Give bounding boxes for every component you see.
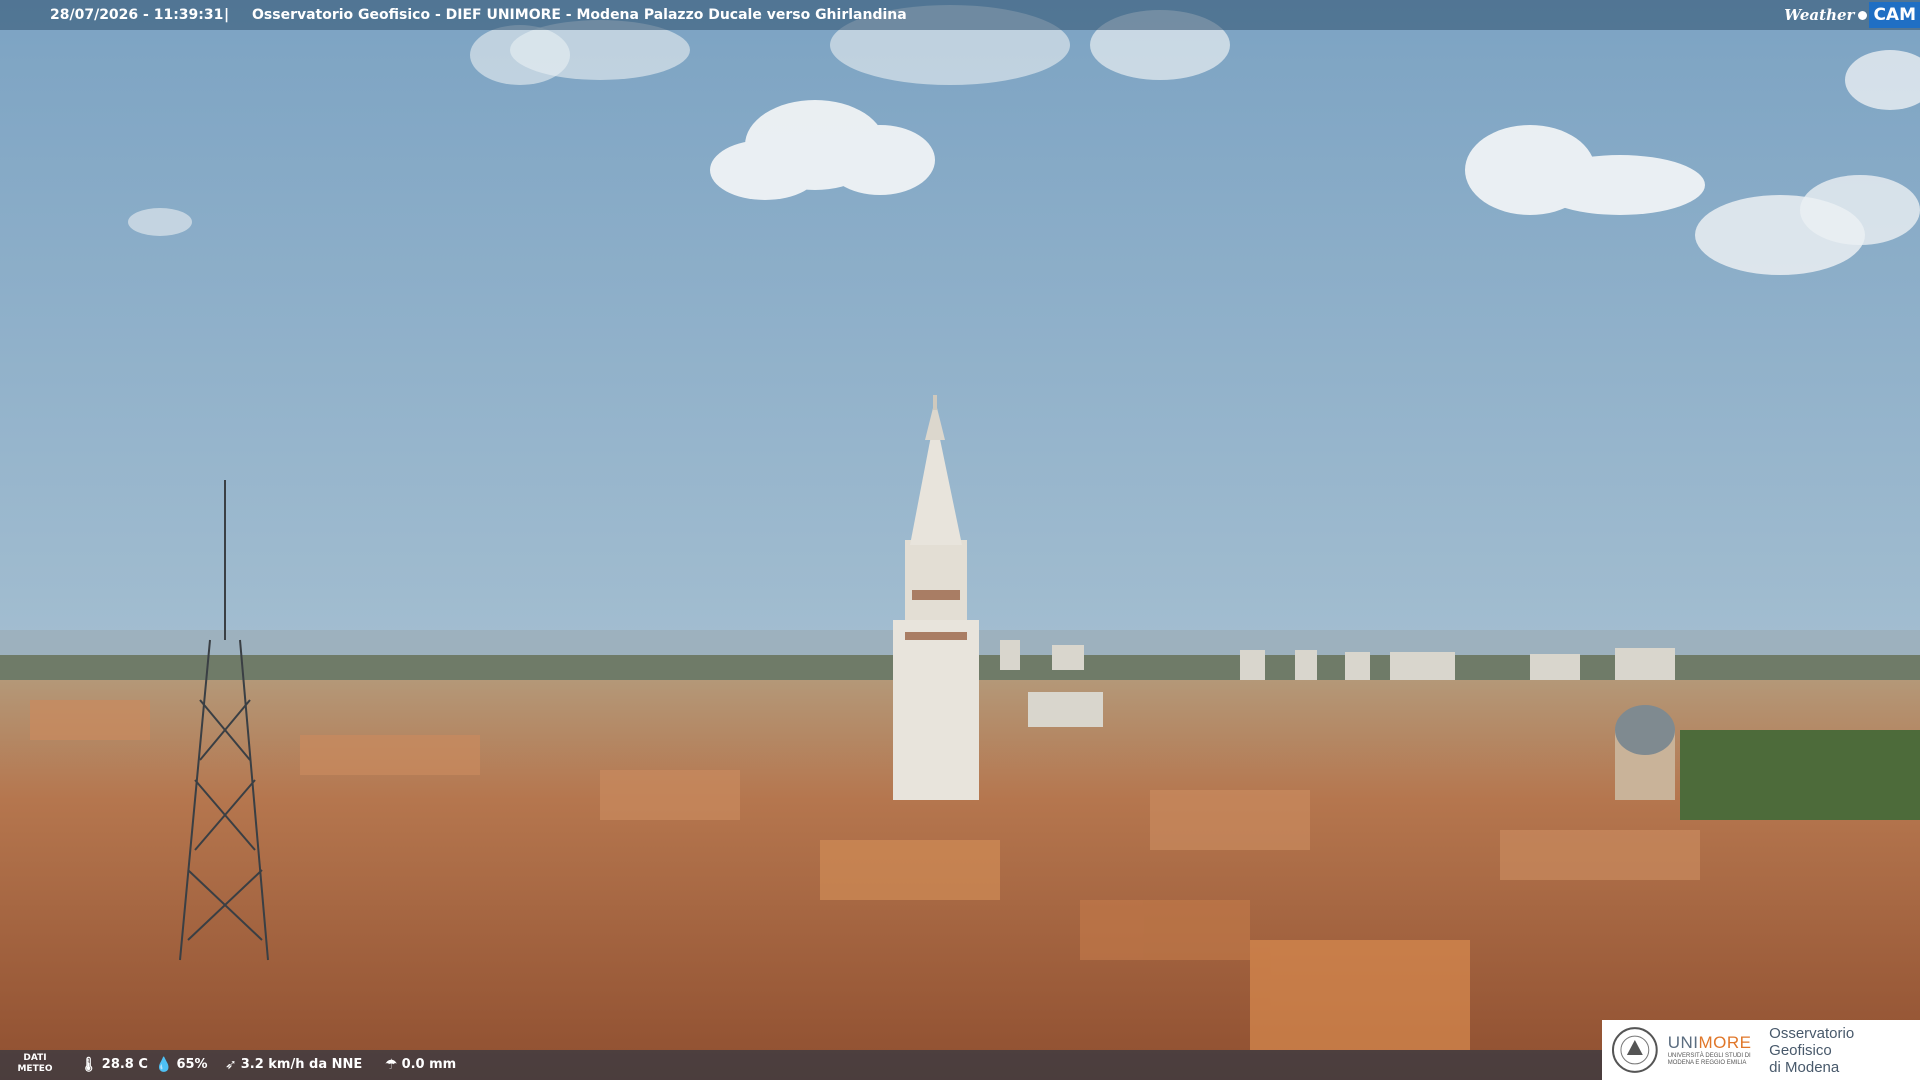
brand-dot-icon [1858,10,1868,20]
unimore-more: MORE [1698,1033,1752,1052]
humidity-drop-icon: 💧 [155,1057,173,1073]
header-overlay: 28/07/2026 - 11:39:31 | Osservatorio Geo… [0,0,1920,30]
camera-title: Osservatorio Geofisico - DIEF UNIMORE - … [252,7,907,23]
brand-cam: CAM [1869,2,1920,28]
university-seal-icon [1611,1027,1658,1073]
rain-value: 0.0 mm [401,1057,457,1072]
dome-right [1615,705,1675,800]
humidity-readout: 💧 65% [155,1050,208,1080]
observatory-name: Osservatorio Geofisico di Modena [1769,1025,1920,1076]
trees-right [1680,730,1920,820]
timestamp: 28/07/2026 - 11:39:31 [50,7,224,23]
unimore-subtitle: UNIVERSITÀ DEGLI STUDI DI MODENA E REGGI… [1667,1053,1751,1066]
unimore-uni: UNI [1667,1033,1699,1052]
wind-icon: ➶ [225,1057,237,1073]
rain-readout: ☂ 0.0 mm [385,1050,456,1080]
temperature-value: 28.8 C [101,1057,148,1072]
brand-weather: Weather [1784,6,1855,24]
separator: | [224,7,230,23]
observatory-line2: di Modena [1769,1058,1840,1076]
observatory-logo: UNIMORE UNIVERSITÀ DEGLI STUDI DI MODENA… [1602,1020,1920,1080]
rain-gauge-icon: ☂ [385,1057,398,1073]
weathercam-logo: Weather CAM [1784,0,1920,30]
observatory-line1: Osservatorio Geofisico [1769,1024,1855,1059]
temperature-readout: 🌡 28.8 C [80,1050,148,1080]
thermometer-icon: 🌡 [80,1057,98,1073]
city-skyline-photo [0,0,1920,1080]
humidity-value: 65% [176,1057,208,1072]
weather-label: DATI METEO [17,1053,53,1074]
unimore-wordmark: UNIMORE UNIVERSITÀ DEGLI STUDI DI MODENA… [1668,1033,1757,1067]
wind-readout: ➶ 3.2 km/h da NNE [225,1050,362,1080]
wind-value: 3.2 km/h da NNE [240,1057,363,1072]
